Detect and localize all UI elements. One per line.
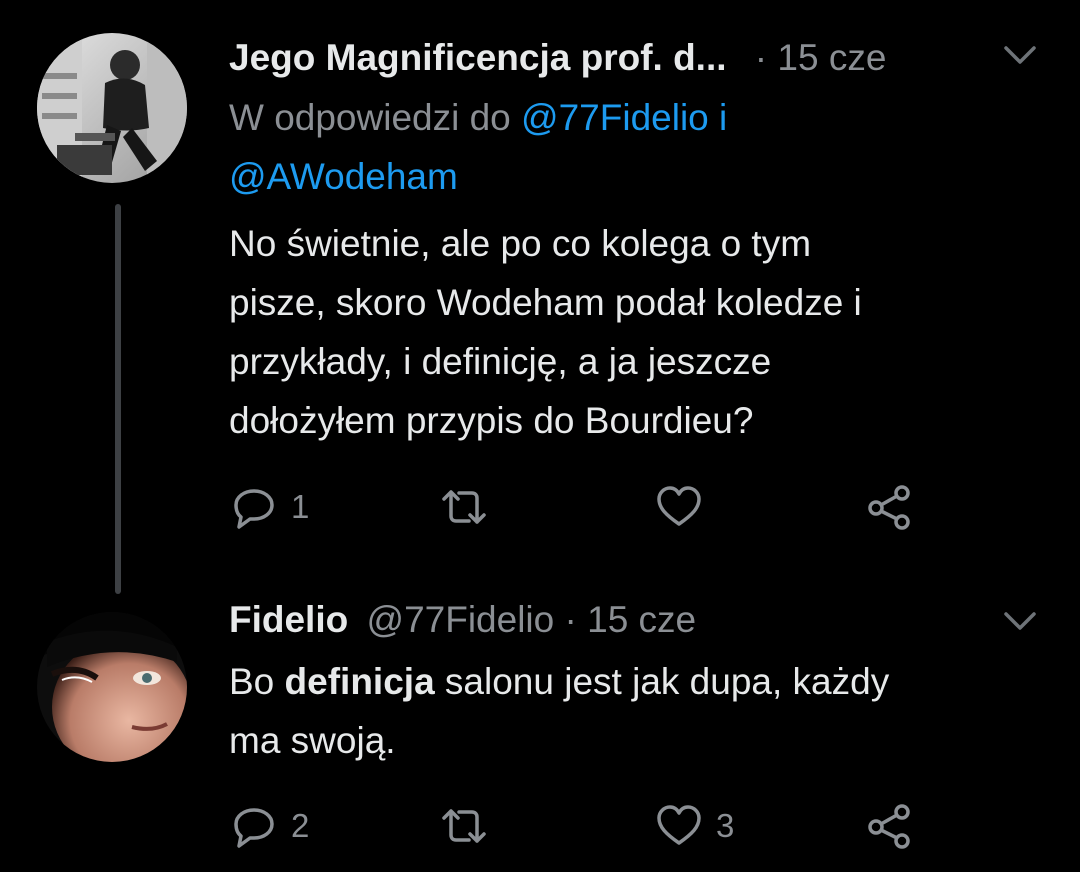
tweet-1-actions: 1	[229, 477, 1029, 537]
mention-awodeham[interactable]: @AWodeham	[229, 156, 458, 197]
avatar-fidelio[interactable]	[37, 612, 187, 762]
retweet-button[interactable]	[439, 796, 501, 856]
author-handle[interactable]: @77Fidelio	[367, 599, 555, 640]
separator-dot: ·	[754, 37, 768, 78]
tweet-1[interactable]: Jego Magnificencja prof. d... · 15 cze W…	[0, 0, 1080, 590]
tweet-2-text: Bo definicja salonu jest jak dupa, każdy…	[229, 652, 1049, 770]
tweet-time[interactable]: 15 cze	[587, 599, 696, 640]
text-segment: Bo	[229, 661, 285, 702]
chevron-down-icon[interactable]	[1000, 606, 1040, 636]
separator-dot: ·	[564, 599, 577, 640]
mention-conjunction: i	[719, 97, 728, 138]
text-line: przykłady, i definicję, a ja jeszcze	[229, 341, 772, 382]
tweet-1-header: Jego Magnificencja prof. d... · 15 cze	[229, 36, 886, 80]
author-name[interactable]: Jego Magnificencja prof. d...	[229, 37, 727, 78]
text-line: No świetnie, ale po co kolega o tym	[229, 223, 812, 264]
author-name[interactable]: Fidelio	[229, 599, 348, 640]
bold-word: definicja	[284, 661, 435, 702]
share-button[interactable]	[864, 796, 914, 856]
reply-icon	[234, 489, 274, 529]
retweet-icon	[442, 809, 486, 843]
tweet-1-text: No świetnie, ale po co kolega o tym pisz…	[229, 214, 1049, 450]
tweet-2[interactable]: Fidelio @77Fidelio · 15 cze Bo definicja…	[0, 590, 1080, 872]
text-segment: salonu jest jak dupa, każdy	[434, 661, 890, 702]
reply-to-line: W odpowiedzi do @77Fidelio i @AWodeham	[229, 88, 1029, 206]
reply-count: 2	[291, 807, 310, 844]
retweet-button[interactable]	[439, 477, 501, 537]
tweet-time[interactable]: 15 cze	[777, 37, 886, 78]
like-button[interactable]	[654, 477, 716, 537]
like-button[interactable]: 3	[654, 796, 734, 856]
reply-button[interactable]: 1	[229, 477, 309, 537]
reply-count: 1	[291, 488, 310, 525]
tweet-2-actions: 2 3	[229, 796, 1029, 856]
text-line: pisze, skoro Wodeham podał koledze i	[229, 282, 862, 323]
chevron-down-icon[interactable]	[1000, 40, 1040, 70]
text-line: dołożyłem przypis do Bourdieu?	[229, 400, 754, 441]
retweet-icon	[442, 490, 486, 524]
share-button[interactable]	[864, 477, 914, 537]
mention-77fidelio[interactable]: @77Fidelio	[521, 97, 709, 138]
text-line: Bo definicja salonu jest jak dupa, każdy	[229, 652, 1049, 711]
like-icon	[657, 486, 701, 526]
reply-button[interactable]: 2	[229, 796, 309, 856]
reply-prefix: W odpowiedzi do	[229, 97, 511, 138]
text-line: ma swoją.	[229, 720, 396, 761]
like-count: 3	[716, 807, 735, 844]
tweet-2-header: Fidelio @77Fidelio · 15 cze	[229, 598, 696, 642]
avatar-jego-magnificencja[interactable]	[37, 33, 187, 183]
reply-icon	[234, 808, 274, 848]
like-icon	[657, 805, 701, 845]
share-icon	[868, 485, 910, 530]
share-icon	[868, 804, 910, 849]
